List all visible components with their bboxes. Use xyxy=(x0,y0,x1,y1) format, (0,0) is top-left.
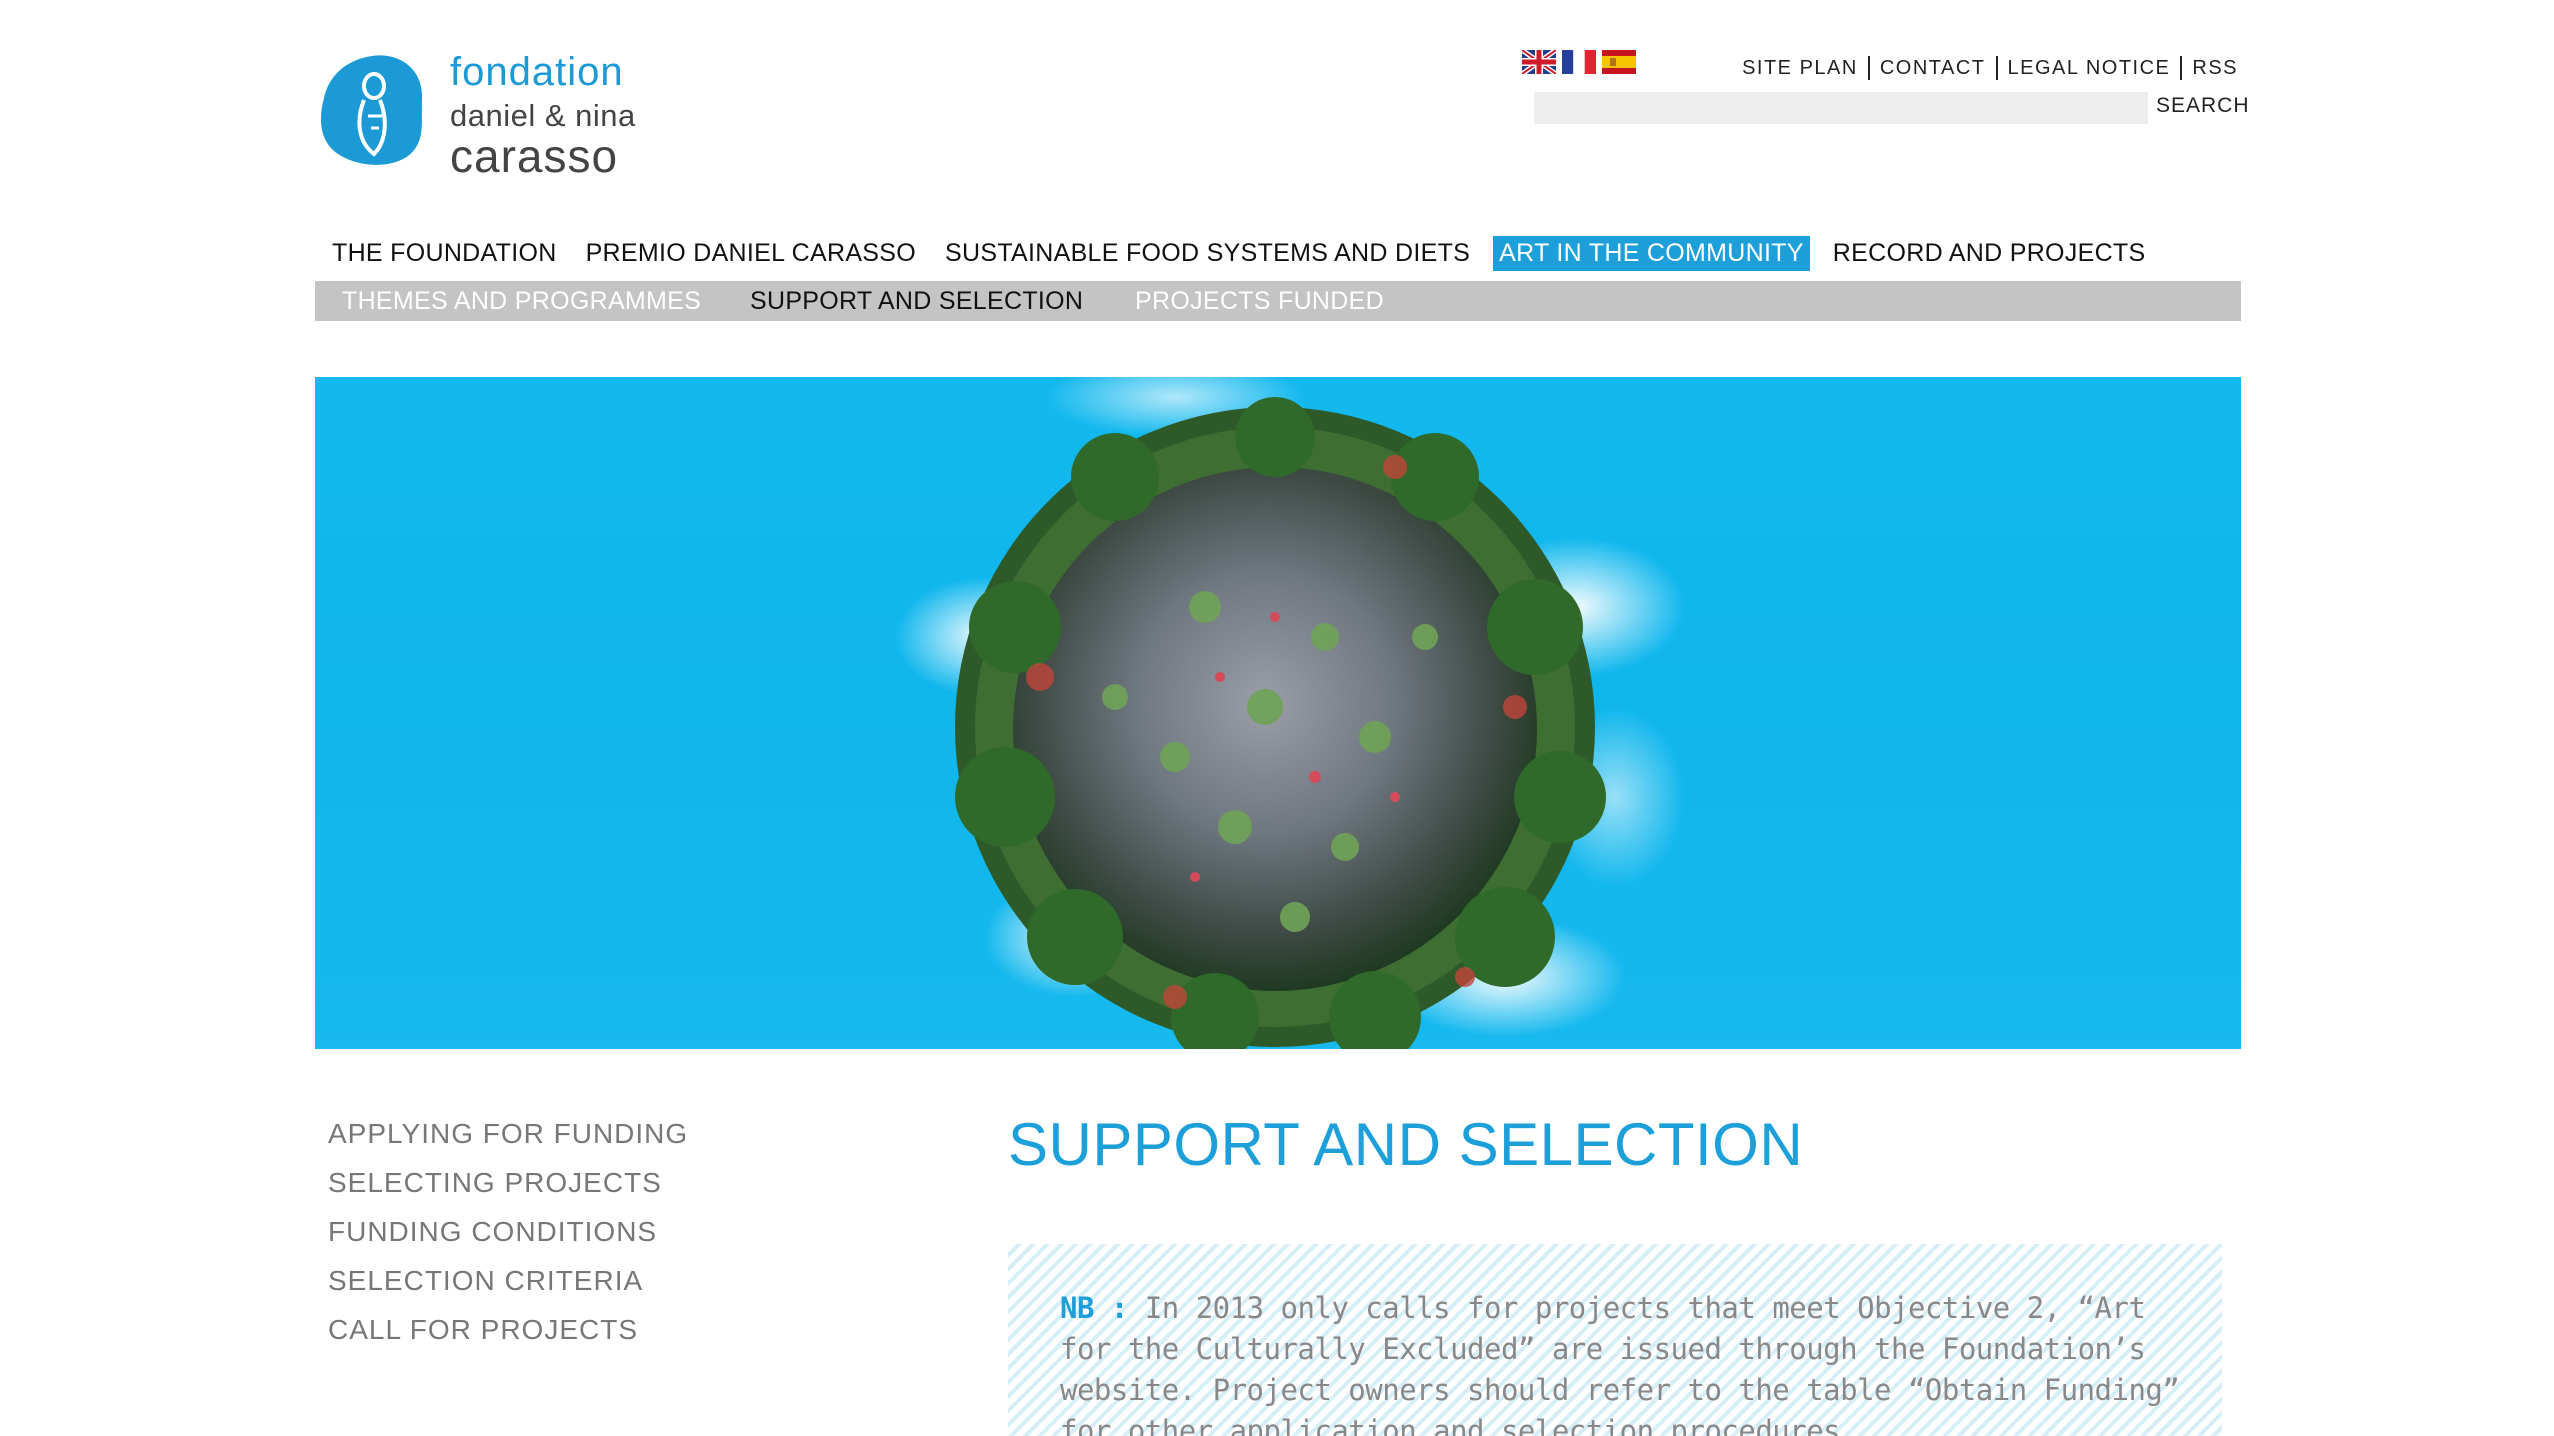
language-switcher xyxy=(1522,50,1636,74)
logo-line-3: carasso xyxy=(450,130,619,182)
side-nav-funding-conditions[interactable]: FUNDING CONDITIONS xyxy=(328,1216,688,1265)
divider xyxy=(1867,56,1870,80)
logo-line-2: daniel & nina xyxy=(450,98,636,133)
rss-link[interactable]: RSS xyxy=(2192,57,2238,80)
logo-line-1: fondation xyxy=(450,50,624,94)
search-button[interactable]: SEARCH xyxy=(2156,94,2250,118)
tiny-planet-garden-image xyxy=(895,377,1685,1049)
main-nav-premio-daniel-carasso[interactable]: PREMIO DANIEL CARASSO xyxy=(580,236,922,271)
notice-text: In 2013 only calls for projects that mee… xyxy=(1060,1291,2180,1436)
search-input[interactable] xyxy=(1534,92,2148,124)
sub-nav-support-and-selection[interactable]: SUPPORT AND SELECTION xyxy=(750,287,1083,316)
notice-box: NB : In 2013 only calls for projects tha… xyxy=(1008,1244,2222,1436)
utility-nav: SITE PLAN CONTACT LEGAL NOTICE RSS xyxy=(1742,56,2238,80)
foundation-logo[interactable]: fondation daniel & nina carasso xyxy=(316,50,646,179)
side-nav-selection-criteria[interactable]: SELECTION CRITERIA xyxy=(328,1265,688,1314)
main-nav-art-in-the-community[interactable]: ART IN THE COMMUNITY xyxy=(1493,236,1810,271)
sub-nav-projects-funded[interactable]: PROJECTS FUNDED xyxy=(1135,287,1384,316)
spain-flag-icon[interactable] xyxy=(1602,50,1636,74)
side-nav-selecting-projects[interactable]: SELECTING PROJECTS xyxy=(328,1167,688,1216)
sub-nav: THEMES AND PROGRAMMES SUPPORT AND SELECT… xyxy=(315,281,2241,321)
side-nav-call-for-projects[interactable]: CALL FOR PROJECTS xyxy=(328,1314,688,1363)
sub-nav-themes-and-programmes[interactable]: THEMES AND PROGRAMMES xyxy=(342,287,701,316)
page-title: SUPPORT AND SELECTION xyxy=(1008,1111,1804,1178)
logo-mark-icon xyxy=(320,55,423,165)
uk-flag-icon[interactable] xyxy=(1522,50,1556,74)
legal-notice-link[interactable]: LEGAL NOTICE xyxy=(2008,57,2171,80)
side-nav: APPLYING FOR FUNDING SELECTING PROJECTS … xyxy=(328,1118,688,1363)
divider xyxy=(2180,56,2183,80)
main-nav-the-foundation[interactable]: THE FOUNDATION xyxy=(326,236,563,271)
main-nav: THE FOUNDATION PREMIO DANIEL CARASSO SUS… xyxy=(326,236,2168,271)
main-nav-record-and-projects[interactable]: RECORD AND PROJECTS xyxy=(1827,236,2152,271)
divider xyxy=(1995,56,1998,80)
france-flag-icon[interactable] xyxy=(1562,50,1596,74)
notice-text-block: NB : In 2013 only calls for projects tha… xyxy=(1060,1288,2180,1436)
site-plan-link[interactable]: SITE PLAN xyxy=(1742,57,1858,80)
hero-banner-image xyxy=(315,377,2241,1049)
main-nav-sustainable-food[interactable]: SUSTAINABLE FOOD SYSTEMS AND DIETS xyxy=(939,236,1476,271)
contact-link[interactable]: CONTACT xyxy=(1880,57,1986,80)
notice-label: NB : xyxy=(1060,1291,1128,1325)
side-nav-applying-for-funding[interactable]: APPLYING FOR FUNDING xyxy=(328,1118,688,1167)
